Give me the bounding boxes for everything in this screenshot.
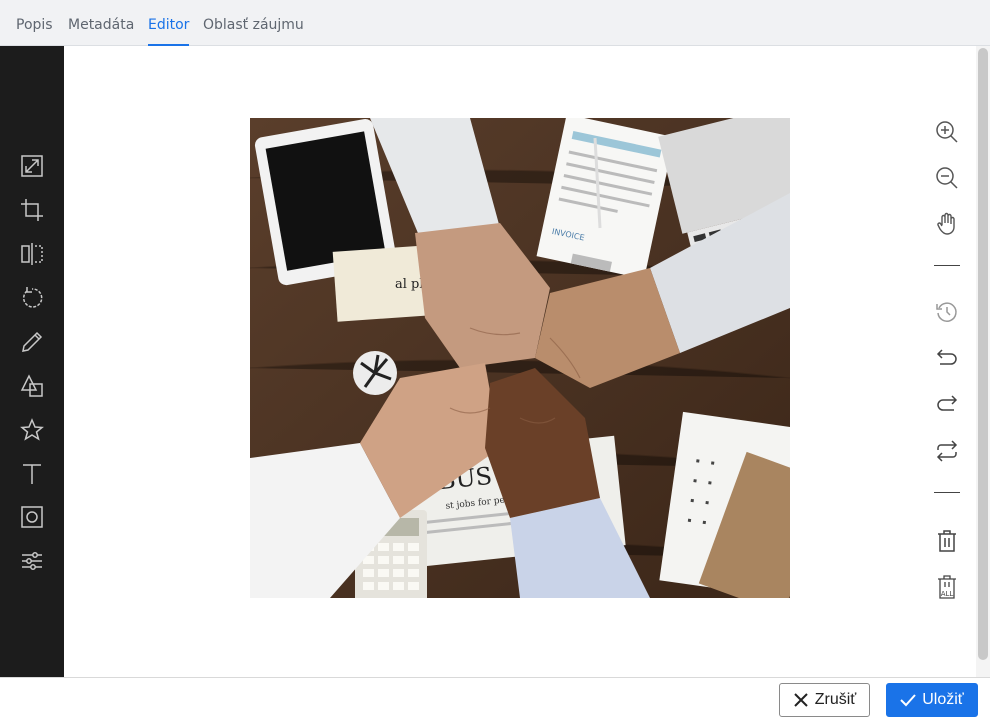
tab-metadata[interactable]: Metadáta <box>68 0 134 46</box>
toolbar-divider <box>934 265 960 266</box>
zoom-out-icon[interactable] <box>934 165 960 191</box>
delete-all-icon[interactable]: ALL <box>934 574 960 600</box>
check-icon <box>900 694 916 707</box>
hand-icon[interactable] <box>934 211 960 237</box>
history-icon[interactable] <box>934 299 960 325</box>
tab-oblast-zaujmu[interactable]: Oblasť záujmu <box>203 0 304 46</box>
save-button[interactable]: Uložiť <box>886 683 978 717</box>
cancel-button[interactable]: Zrušiť <box>779 683 870 717</box>
zoom-in-icon[interactable] <box>934 119 960 145</box>
filter-icon[interactable] <box>18 547 46 575</box>
editor-canvas[interactable]: al plan INVOICE BUS st jobs for people <box>64 46 976 677</box>
vertical-scrollbar[interactable] <box>976 46 990 677</box>
tab-editor[interactable]: Editor <box>148 0 190 46</box>
save-button-label: Uložiť <box>922 691 964 708</box>
undo-icon[interactable] <box>934 345 960 371</box>
cancel-button-label: Zrušiť <box>814 691 857 708</box>
close-icon <box>794 693 808 707</box>
flip-icon[interactable] <box>18 240 46 268</box>
mask-icon[interactable] <box>18 503 46 531</box>
tab-bar: Popis Metadáta Editor Oblasť záujmu <box>0 0 990 46</box>
sticker-icon[interactable] <box>18 416 46 444</box>
draw-icon[interactable] <box>18 328 46 356</box>
edited-image[interactable]: al plan INVOICE BUS st jobs for people <box>250 118 790 598</box>
photo-illustration: al plan INVOICE BUS st jobs for people <box>250 118 790 598</box>
left-toolbar <box>0 46 64 677</box>
image-editor-window: Popis Metadáta Editor Oblasť záujmu al p… <box>0 0 990 720</box>
reset-icon[interactable] <box>934 438 960 464</box>
resize-icon[interactable] <box>18 152 46 180</box>
shape-icon[interactable] <box>18 372 46 400</box>
crop-icon[interactable] <box>18 196 46 224</box>
scrollbar-thumb[interactable] <box>978 48 988 660</box>
toolbar-divider <box>934 492 960 493</box>
delete-icon[interactable] <box>934 528 960 554</box>
redo-icon[interactable] <box>934 391 960 417</box>
svg-text:ALL: ALL <box>941 590 954 598</box>
text-icon[interactable] <box>18 460 46 488</box>
footer-bar: Zrušiť Uložiť <box>0 677 990 720</box>
tab-popis[interactable]: Popis <box>16 0 53 46</box>
rotate-icon[interactable] <box>18 284 46 312</box>
